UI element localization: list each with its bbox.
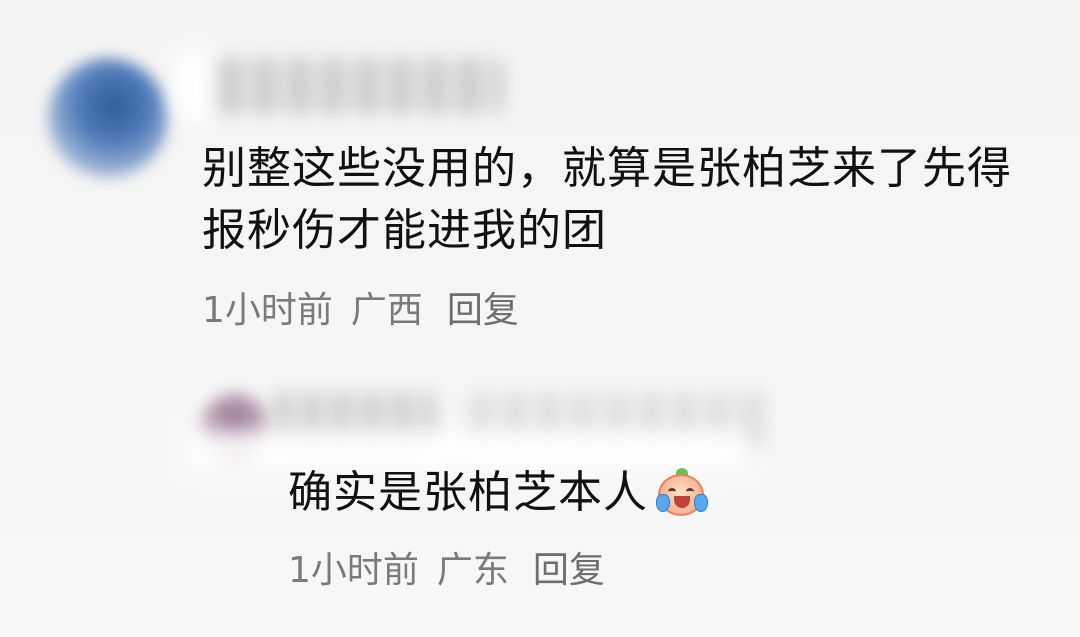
comment-time: 1小时前 [202,290,333,331]
username-blurred[interactable] [186,58,504,114]
comment-thread: 别整这些没用的，就算是张柏芝来了先得报秒伤才能进我的团 1小时前 广西 回复 确… [0,0,1080,637]
avatar[interactable] [48,58,168,178]
reply-button[interactable]: 回复 [447,288,519,334]
reply-location: 广东 [436,550,509,591]
crying-laughing-emoji-icon [656,468,708,518]
comment-location: 广西 [350,290,423,331]
comment-text: 别整这些没用的，就算是张柏芝来了先得报秒伤才能进我的团 [202,143,1012,256]
reply-time: 1小时前 [288,550,419,591]
reply-meta: 1小时前 广东 回复 [288,548,605,594]
reply-text: 确实是张柏芝本人 [288,467,648,518]
reply-text-row: 确实是张柏芝本人 [288,462,848,524]
comment-meta: 1小时前 广西 回复 [202,288,519,334]
reply-button[interactable]: 回复 [533,548,605,594]
